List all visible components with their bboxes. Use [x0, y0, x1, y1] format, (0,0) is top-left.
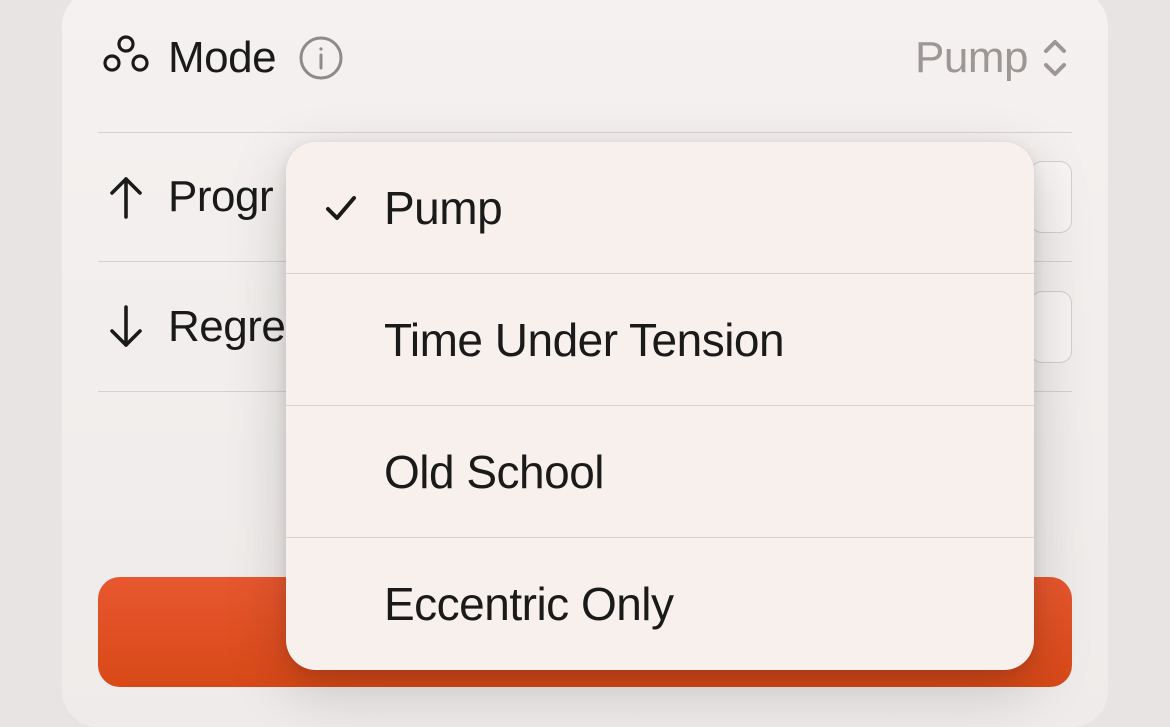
info-icon[interactable] — [296, 33, 346, 83]
mode-value: Pump — [915, 33, 1028, 83]
option-label: Time Under Tension — [384, 313, 784, 367]
progression-label: Progr — [168, 172, 273, 222]
regression-stepper[interactable] — [1030, 291, 1072, 363]
option-label: Eccentric Only — [384, 577, 674, 631]
check-icon — [324, 191, 378, 225]
mode-popover: Pump Time Under Tension Old School Eccen… — [286, 142, 1034, 670]
mode-option-time-under-tension[interactable]: Time Under Tension — [286, 274, 1034, 406]
regression-label: Regre — [168, 302, 285, 352]
mode-icon — [98, 30, 154, 86]
arrow-down-icon — [98, 299, 154, 355]
arrow-up-icon — [98, 169, 154, 225]
mode-label: Mode — [168, 33, 276, 83]
mode-option-eccentric-only[interactable]: Eccentric Only — [286, 538, 1034, 670]
option-label: Pump — [384, 181, 502, 235]
option-label: Old School — [384, 445, 604, 499]
mode-option-old-school[interactable]: Old School — [286, 406, 1034, 538]
progression-stepper[interactable] — [1030, 161, 1072, 233]
mode-option-pump[interactable]: Pump — [286, 142, 1034, 274]
chevron-updown-icon — [1038, 36, 1072, 80]
row-mode[interactable]: Mode Pump — [98, 30, 1072, 132]
